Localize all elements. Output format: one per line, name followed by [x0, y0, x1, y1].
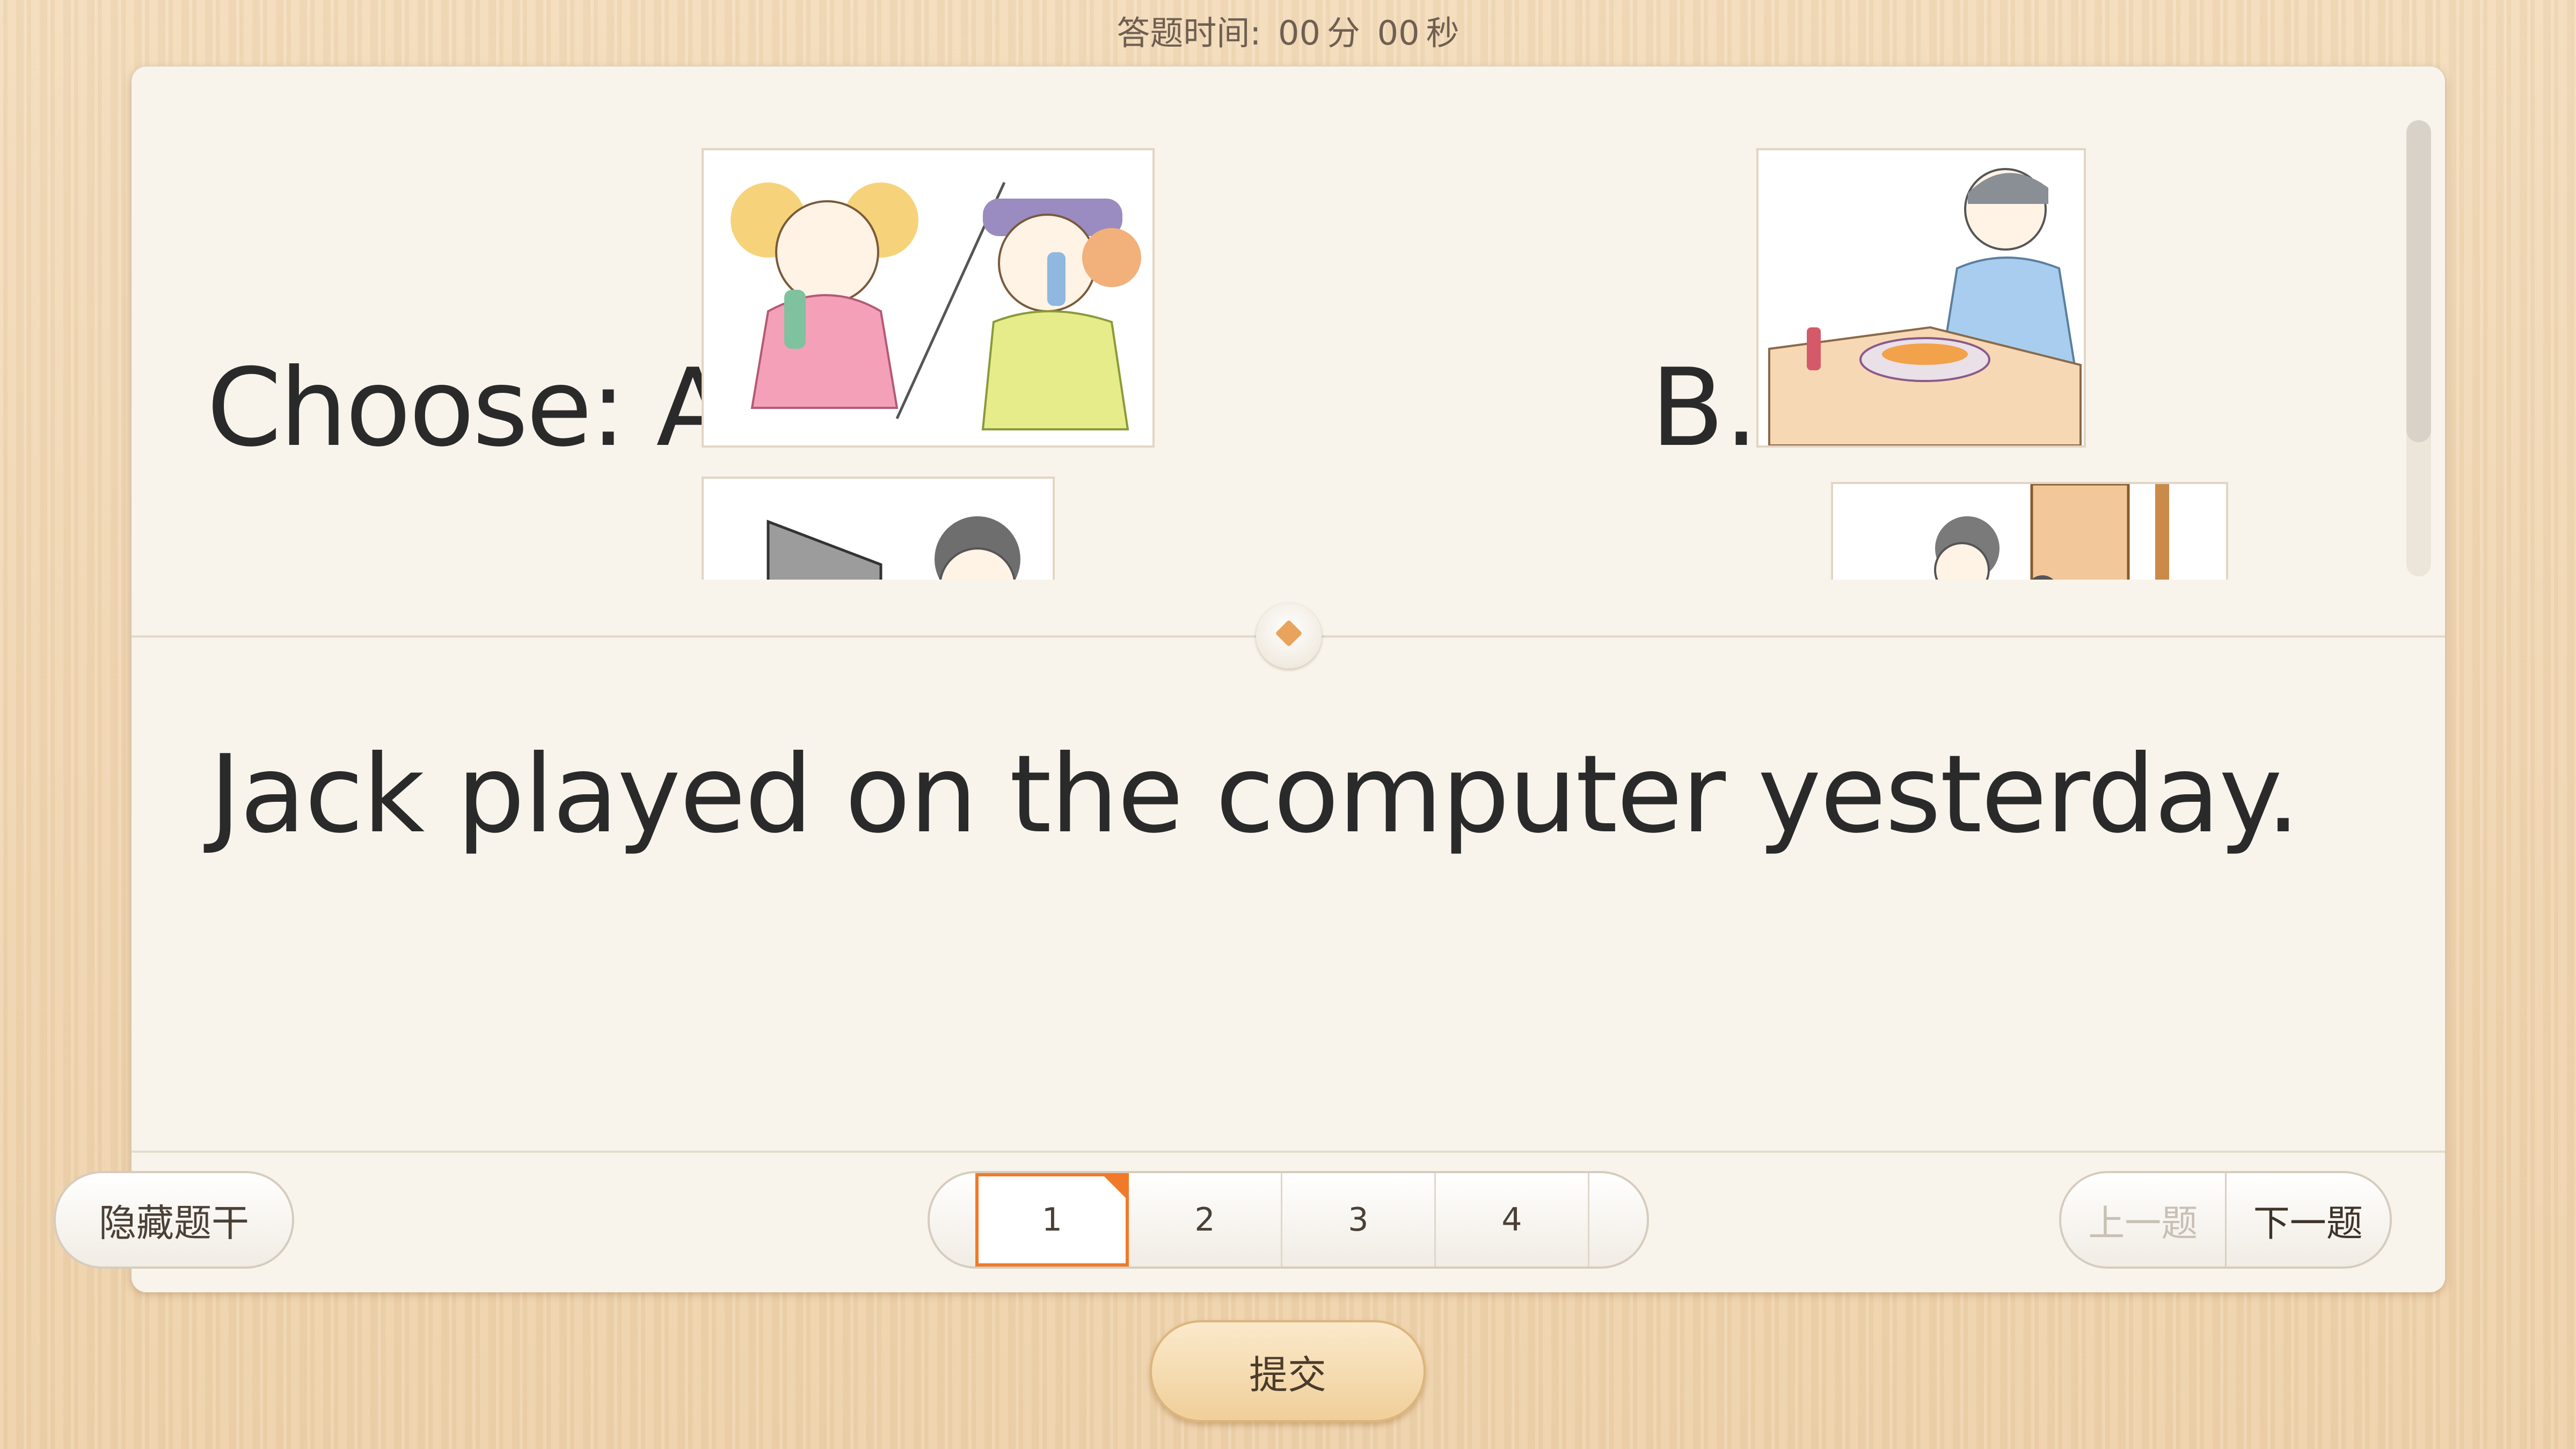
timer-seconds: 00	[1377, 13, 1420, 53]
page-button-1[interactable]: 1	[975, 1173, 1129, 1267]
option-c-image[interactable]	[702, 477, 1055, 580]
question-pager: 1 2 3 4	[928, 1171, 1649, 1269]
option-d-image[interactable]	[1831, 482, 2228, 580]
answer-timer: 答题时间: 00 分 00 秒	[0, 8, 2576, 59]
computer-illustration	[767, 516, 1020, 580]
cooking-illustration	[1768, 168, 2082, 445]
choose-label: Choose: A.	[207, 346, 760, 471]
timer-minutes: 00	[1278, 13, 1320, 53]
stem-scrollbar[interactable]	[2406, 120, 2431, 576]
question-stem-panel: Choose: A. B.	[132, 67, 2445, 580]
next-question-button[interactable]: 下一题	[2227, 1173, 2390, 1267]
option-b-label: B.	[1651, 346, 1758, 471]
phone-call-illustration	[731, 181, 1141, 430]
page-number: 1	[1041, 1201, 1063, 1239]
page-button-4[interactable]: 4	[1436, 1173, 1589, 1267]
hide-stem-button[interactable]: 隐藏题干	[54, 1171, 294, 1269]
question-navigation: 上一题 下一题	[2059, 1171, 2392, 1269]
question-sentence: Jack played on the computer yesterday.	[209, 732, 2300, 857]
option-b-image[interactable]	[1756, 148, 2086, 448]
current-page-flag-icon	[1103, 1175, 1127, 1199]
submit-button[interactable]: 提交	[1150, 1320, 1426, 1422]
page-button-3[interactable]: 3	[1282, 1173, 1436, 1267]
divider-drag-handle[interactable]	[1256, 603, 1322, 669]
stem-scrollbar-thumb[interactable]	[2406, 120, 2431, 442]
page-number: 2	[1194, 1201, 1215, 1239]
page-button-2[interactable]: 2	[1129, 1173, 1282, 1267]
page-number: 3	[1348, 1201, 1369, 1239]
timer-minutes-unit: 分	[1326, 13, 1360, 53]
door-illustration	[1934, 484, 2169, 580]
option-a-image[interactable]	[702, 148, 1155, 448]
timer-seconds-unit: 秒	[1426, 13, 1460, 53]
previous-question-button[interactable]: 上一题	[2061, 1173, 2227, 1267]
timer-label: 答题时间:	[1116, 13, 1261, 53]
page-number: 4	[1501, 1201, 1522, 1239]
question-card: Choose: A. B. Jack played on the compute…	[132, 67, 2445, 1292]
